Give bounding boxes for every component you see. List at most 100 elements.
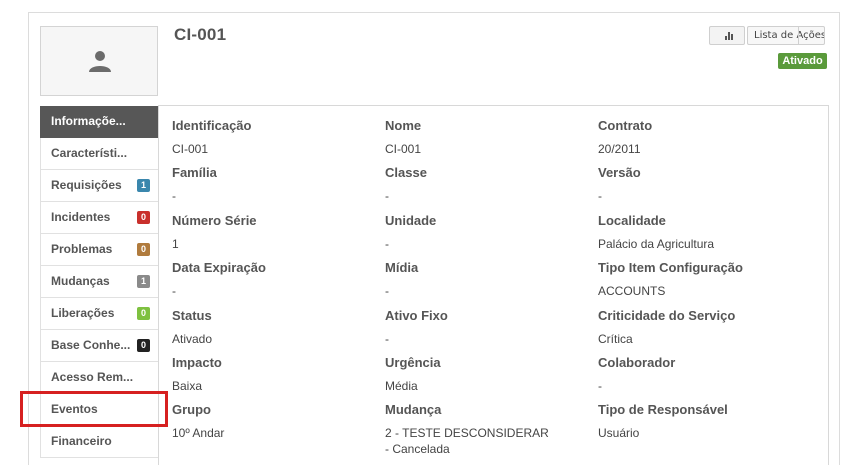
field-value: Usuário — [598, 426, 640, 441]
sidebar-nav: Informaçõe... Característi... Requisições 1… — [40, 106, 158, 465]
field-label: Família — [172, 165, 217, 181]
sidebar-item-label: Liberações — [51, 306, 115, 320]
info-field: Status Ativado — [172, 306, 377, 347]
sidebar-item-label: Eventos — [51, 402, 98, 416]
sidebar-item[interactable]: Base Conhe... 0 — [40, 330, 158, 362]
field-value: - — [172, 284, 176, 299]
sidebar-item-label: Mudanças — [51, 274, 110, 288]
field-value: - — [385, 284, 389, 299]
field-value: Ativado — [172, 331, 213, 346]
field-value: Média — [385, 379, 418, 393]
actions-list-button[interactable]: Lista de Ações — [747, 26, 825, 45]
field-value: - — [385, 331, 389, 346]
sidebar-item[interactable]: Problemas 0 — [40, 234, 158, 266]
field-label: Localidade — [598, 212, 666, 228]
sidebar-item[interactable]: Requisições 1 — [40, 170, 158, 202]
info-field: Mudança 2 - TESTE DESCONSIDERAR - Cancela… — [385, 400, 590, 457]
page-title: CI-001 — [174, 25, 227, 44]
field-label: Grupo — [172, 402, 211, 418]
info-field: Grupo 10º Andar — [172, 400, 377, 441]
field-label: Versão — [598, 165, 641, 181]
field-value: - — [172, 189, 176, 204]
info-field: Classe - — [385, 163, 590, 204]
sidebar-item[interactable]: Financeiro — [40, 426, 158, 458]
count-badge: 0 — [137, 243, 150, 256]
sidebar-item-label: Requisições — [51, 178, 122, 192]
info-field: Família - — [172, 163, 377, 204]
info-field: Versão - — [598, 163, 803, 204]
field-label: Número Série — [172, 212, 257, 228]
count-badge: 1 — [137, 275, 150, 288]
field-label: Ativo Fixo — [385, 307, 448, 323]
field-label: Mudança — [385, 402, 442, 418]
field-value: 20/2011 — [598, 142, 641, 156]
sidebar-item[interactable]: Liberações 0 — [40, 298, 158, 330]
sidebar-item-label: Incidentes — [51, 210, 111, 224]
field-label: Criticidade do Serviço — [598, 307, 736, 323]
field-label: Unidade — [385, 212, 437, 228]
sidebar-item[interactable]: Acesso Rem... — [40, 362, 158, 394]
info-field: Nome CI-001 — [385, 116, 590, 157]
info-field: Colaborador - — [598, 353, 803, 394]
field-label: Impacto — [172, 355, 222, 370]
field-value: 1 — [172, 236, 179, 251]
field-label: Identificação — [172, 118, 252, 133]
field-value: Palácio da Agricultura — [598, 236, 715, 251]
sidebar-item-label: Acesso Rem... — [51, 370, 134, 384]
chart-button[interactable] — [709, 26, 745, 45]
info-field: Mídia - — [385, 258, 590, 299]
sidebar-item[interactable]: Característi... — [40, 138, 158, 170]
field-value: 2 - TESTE DESCONSIDERAR - Cancelada — [385, 426, 549, 457]
field-value: - — [598, 189, 602, 204]
field-value: Baixa — [172, 379, 203, 393]
info-field: Número Série 1 — [172, 211, 377, 252]
info-field: Data Expiração - — [172, 258, 377, 299]
field-label: Data Expiração — [172, 260, 266, 276]
field-value: 10º Andar — [172, 426, 225, 441]
field-value: - — [385, 189, 389, 204]
count-badge: 0 — [137, 211, 150, 224]
count-badge: 0 — [137, 339, 150, 352]
sidebar-item[interactable]: Eventos — [40, 394, 158, 426]
sidebar-item[interactable]: Incidentes 0 — [40, 202, 158, 234]
info-field: Criticidade do Serviço Crítica — [598, 306, 803, 347]
field-label: Classe — [385, 165, 427, 181]
count-badge: 0 — [137, 307, 150, 320]
field-label: Colaborador — [598, 355, 676, 370]
field-value: CI-001 — [385, 142, 422, 156]
field-label: Tipo de Responsável — [598, 402, 728, 418]
sidebar-item[interactable]: Mudanças 1 — [40, 266, 158, 298]
count-badge: 1 — [137, 179, 150, 192]
field-label: Nome — [385, 118, 422, 133]
field-value: CI-001 — [172, 142, 209, 156]
user-icon — [89, 51, 111, 72]
sidebar-item-label: Base Conhe... — [51, 338, 131, 352]
field-label: Mídia — [385, 260, 419, 276]
info-field: Unidade - — [385, 211, 590, 252]
bar-chart-icon — [725, 32, 733, 40]
info-field: Localidade Palácio da Agricultura — [598, 211, 803, 252]
sidebar-item-label: Problemas — [51, 242, 113, 256]
avatar — [40, 26, 158, 96]
info-field: Ativo Fixo - — [385, 306, 590, 347]
field-value: - — [598, 379, 602, 393]
field-label: Contrato — [598, 118, 653, 133]
field-label: Tipo Item Configuração — [598, 260, 743, 276]
sidebar-item-label: Informaçõe... — [51, 114, 126, 128]
field-value: ACCOUNTS — [598, 284, 666, 299]
field-value: - — [385, 236, 389, 251]
field-value: Crítica — [598, 331, 633, 346]
info-field: Tipo Item Configuração ACCOUNTS — [598, 258, 803, 299]
status-badge: Ativado — [778, 53, 827, 69]
info-field: Tipo de Responsável Usuário — [598, 400, 803, 441]
info-field: Urgência Média — [385, 353, 590, 394]
sidebar-item-label: Característi... — [51, 146, 128, 160]
sidebar-item-label: Financeiro — [51, 434, 112, 448]
sidebar-item[interactable]: Informaçõe... — [40, 106, 158, 138]
field-label: Status — [172, 307, 212, 323]
field-label: Urgência — [385, 355, 441, 370]
info-field: Contrato 20/2011 — [598, 116, 803, 157]
actions-dropdown-toggle[interactable] — [798, 27, 824, 44]
info-field: Impacto Baixa — [172, 353, 377, 394]
info-field: Identificação CI-001 — [172, 116, 377, 157]
